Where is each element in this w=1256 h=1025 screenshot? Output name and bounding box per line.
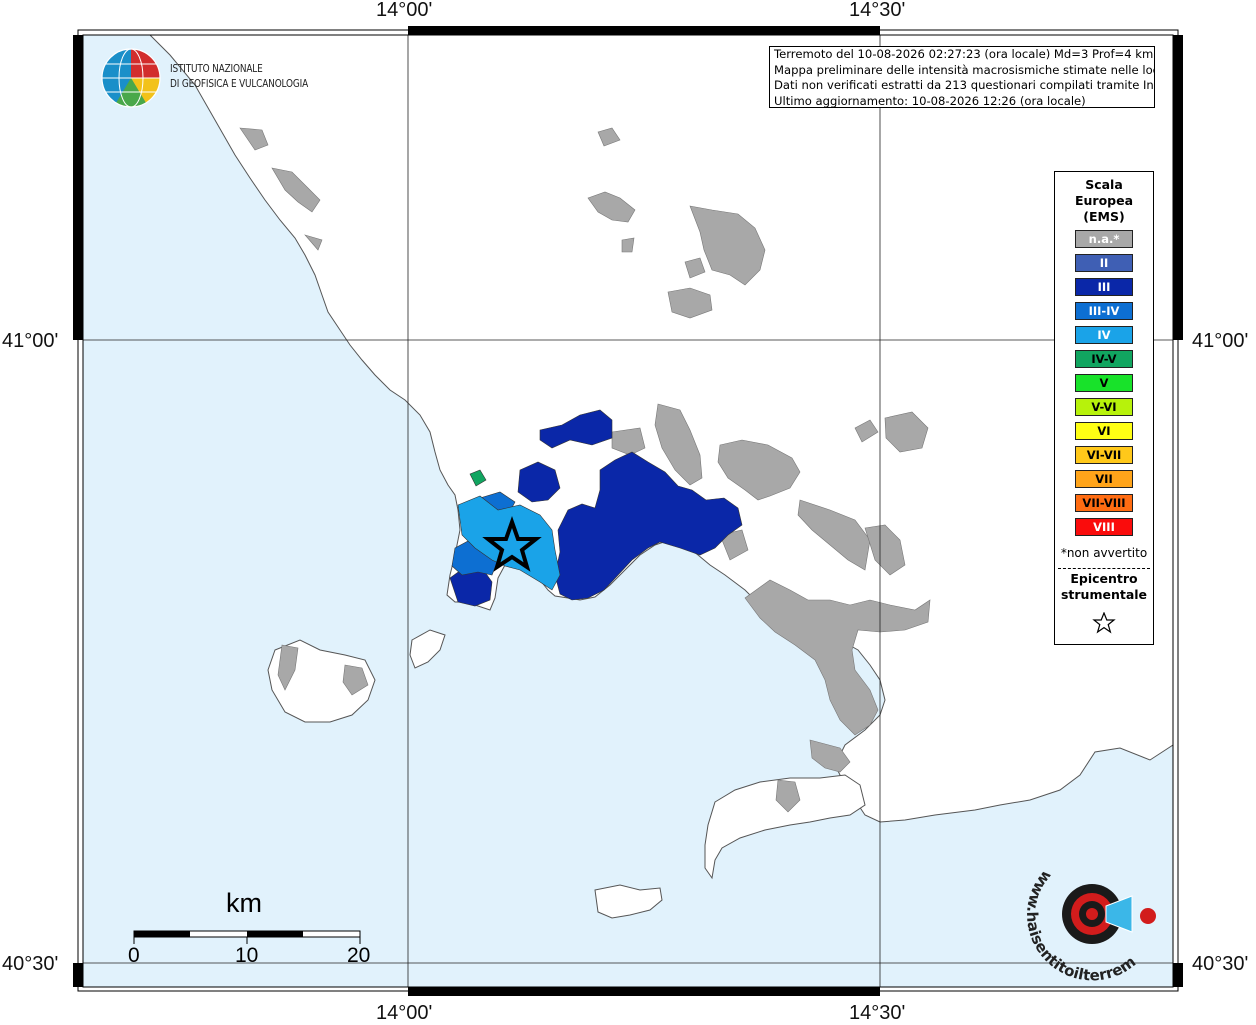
longitude-label-bottom-14-30: 14°30' — [849, 1002, 906, 1024]
legend-separator — [1058, 568, 1150, 569]
legend-star-icon — [1092, 612, 1116, 634]
scale-label-10: 10 — [235, 944, 259, 967]
info-line-3: Dati non verificati estratti da 213 ques… — [774, 78, 1155, 92]
scale-unit-label: km — [226, 888, 262, 918]
legend-epicenter-line2: strumentale — [1060, 587, 1148, 602]
legend-swatch-vii-viii: VII-VIII — [1075, 494, 1133, 512]
scale-label-0: 0 — [128, 944, 140, 967]
intensity-legend: Scala Europea (EMS) n.a.* II III III-IV IV IV… — [1054, 171, 1154, 645]
legend-swatch-vi-vii: VI-VII — [1075, 446, 1133, 464]
legend-swatch-iii: III — [1075, 278, 1133, 296]
legend-title: Scala Europea (EMS) — [1055, 177, 1153, 225]
institute-name-line2: DI GEOFISICA E VULCANOLOGIA — [170, 78, 309, 90]
legend-swatch-vi: VI — [1075, 422, 1133, 440]
legend-swatch-v: V — [1075, 374, 1133, 392]
latitude-label-right-41-00: 41°00' — [1192, 330, 1249, 352]
longitude-label-top-14-30: 14°30' — [849, 0, 906, 21]
legend-swatch-vii: VII — [1075, 470, 1133, 488]
info-line-2: Mappa preliminare delle intensità macros… — [774, 62, 1155, 77]
legend-epicenter-line1: Epicentro — [1070, 571, 1138, 586]
legend-swatch-iv: IV — [1075, 326, 1133, 344]
legend-epicenter-label: Epicentro strumentale — [1055, 571, 1153, 603]
legend-title-line3: (EMS) — [1083, 209, 1125, 224]
legend-title-line1: Scala — [1085, 177, 1123, 192]
legend-swatch-iii-iv: III-IV — [1075, 302, 1133, 320]
legend-swatch-ii: II — [1075, 254, 1133, 272]
earthquake-info-box: Terremoto del 10-08-2026 02:27:23 (ora l… — [769, 46, 1155, 108]
legend-swatch-viii: VIII — [1075, 518, 1133, 536]
latitude-label-left-41-00: 41°00' — [2, 330, 59, 352]
legend-swatch-iv-v: IV-V — [1075, 350, 1133, 368]
longitude-label-top-14-00: 14°00' — [376, 0, 433, 21]
latitude-label-right-40-30: 40°30' — [1192, 953, 1249, 975]
info-line-4: Ultimo aggiornamento: 10-08-2026 12:26 (… — [774, 93, 1086, 108]
latitude-label-left-40-30: 40°30' — [2, 953, 59, 975]
institute-name-line1: ISTITUTO NAZIONALE — [170, 63, 263, 75]
legend-swatch-v-vi: V-VI — [1075, 398, 1133, 416]
legend-swatch-n-a: n.a.* — [1075, 230, 1133, 248]
legend-title-line2: Europea — [1074, 193, 1134, 208]
legend-note: *non avvertito — [1060, 546, 1148, 560]
scale-label-20: 20 — [347, 944, 371, 967]
info-line-1: Terremoto del 10-08-2026 02:27:23 (ora l… — [774, 47, 1154, 61]
ingv-globe-icon — [101, 48, 161, 108]
longitude-label-bottom-14-00: 14°00' — [376, 1002, 433, 1024]
